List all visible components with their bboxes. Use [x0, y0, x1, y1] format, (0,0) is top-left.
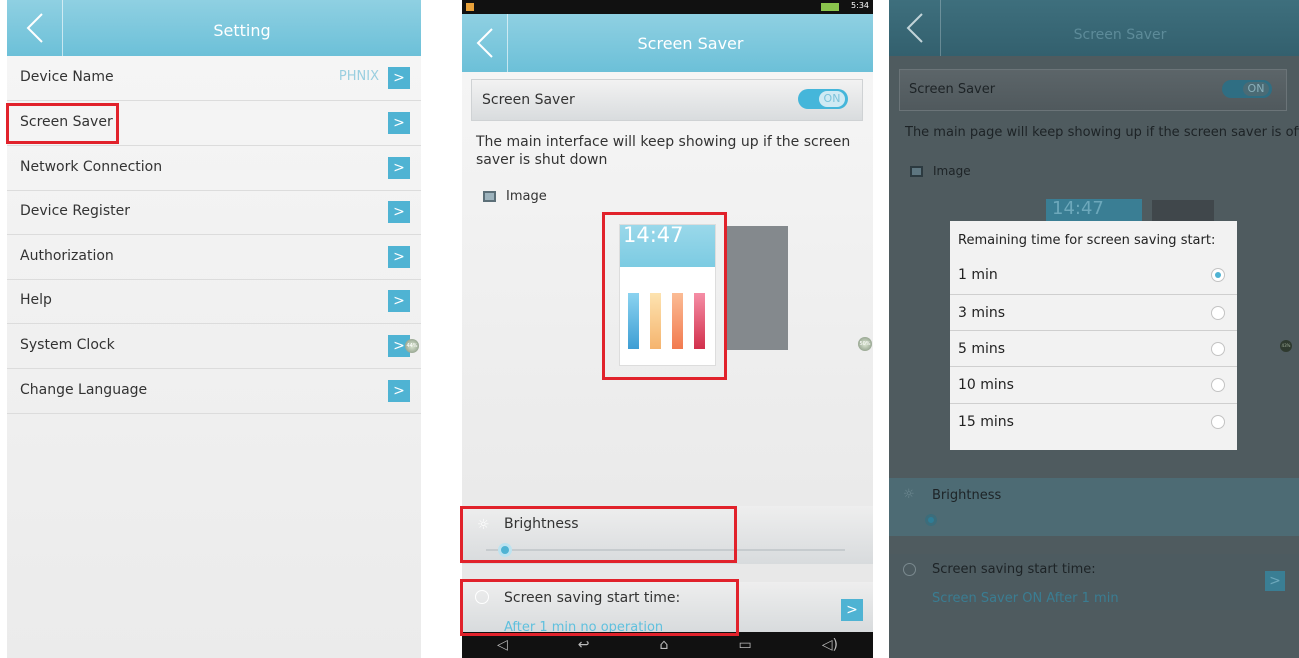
screen-saver-preview-alt[interactable] — [1152, 200, 1214, 222]
screen-saver-toggle-row[interactable]: Screen Saver ON — [899, 69, 1287, 111]
toggle-label: Screen Saver — [909, 82, 996, 97]
signal-battery-icon — [821, 3, 839, 11]
status-bar: 5:34 — [462, 0, 873, 14]
preview-clock: 14:47 — [1052, 198, 1104, 219]
settings-item-label: Change Language — [20, 382, 148, 398]
screen-saver-toggle[interactable]: ON — [1222, 80, 1272, 98]
highlight-box — [6, 103, 119, 144]
volume-down-icon[interactable]: ◁ — [497, 637, 508, 653]
start-time-value: Screen Saver ON After 1 min — [932, 591, 1119, 606]
option-3-mins[interactable]: 3 mins — [950, 294, 1237, 330]
settings-item-label: Network Connection — [20, 159, 163, 175]
header-bar: Screen Saver — [889, 0, 1299, 56]
chevron-left-icon — [476, 28, 493, 58]
screen-saver-toggle-row[interactable]: Screen Saver ON — [471, 79, 863, 121]
settings-item-device-register[interactable]: Device Register > — [7, 190, 421, 235]
clock-icon — [903, 563, 916, 576]
radio-button[interactable] — [1211, 378, 1225, 392]
option-label: 3 mins — [958, 305, 1006, 321]
start-time-row[interactable]: Screen saving start time: Screen Saver O… — [889, 554, 1299, 610]
description-text: The main page will keep showing up if th… — [905, 125, 1299, 140]
screen-saver-preview-alt[interactable] — [726, 226, 788, 350]
option-label: 10 mins — [958, 377, 1014, 393]
settings-item-label: Authorization — [20, 248, 114, 264]
option-5-mins[interactable]: 5 mins — [950, 330, 1237, 366]
brightness-label: Brightness — [932, 488, 1002, 503]
page-title: Screen Saver — [637, 34, 744, 53]
toggle-label: Screen Saver — [482, 92, 575, 108]
chevron-right-icon[interactable]: > — [388, 67, 410, 89]
status-time: 5:34 — [851, 1, 869, 10]
radio-button[interactable] — [1211, 268, 1225, 282]
image-label: Image — [933, 164, 971, 178]
settings-item-authorization[interactable]: Authorization > — [7, 235, 421, 280]
settings-item-device-name[interactable]: Device Name PHNIX > — [7, 56, 421, 101]
chevron-right-icon[interactable]: > — [388, 246, 410, 268]
brightness-row: ☼ Brightness — [889, 478, 1299, 536]
chevron-right-icon[interactable]: > — [388, 157, 410, 179]
back-icon[interactable]: ↩ — [578, 637, 590, 653]
settings-item-change-language[interactable]: Change Language > — [7, 369, 421, 414]
page-title: Screen Saver — [1073, 27, 1167, 43]
chevron-right-icon[interactable]: > — [1265, 571, 1285, 591]
chevron-right-icon[interactable]: > — [841, 599, 863, 621]
floating-badge[interactable]: 43% — [1280, 340, 1292, 352]
volume-up-icon[interactable]: ◁) — [822, 637, 838, 653]
option-label: 15 mins — [958, 414, 1014, 430]
home-icon[interactable]: ⌂ — [660, 637, 669, 653]
settings-item-label: Device Register — [20, 203, 130, 219]
chevron-right-icon[interactable]: > — [388, 112, 410, 134]
option-15-mins[interactable]: 15 mins — [950, 403, 1237, 439]
floating-badge[interactable]: 50% — [858, 337, 872, 351]
option-label: 1 min — [958, 267, 998, 283]
radio-button[interactable] — [1211, 415, 1225, 429]
chevron-right-icon[interactable]: > — [388, 290, 410, 312]
settings-item-label: System Clock — [20, 337, 115, 353]
settings-item-help[interactable]: Help > — [7, 279, 421, 324]
radio-button[interactable] — [1211, 306, 1225, 320]
settings-item-label: Help — [20, 292, 52, 308]
highlight-box — [460, 506, 737, 563]
radio-button[interactable] — [1211, 342, 1225, 356]
header-bar: Setting — [7, 0, 421, 56]
settings-item-system-clock[interactable]: System Clock > — [7, 324, 421, 369]
option-10-mins[interactable]: 10 mins — [950, 366, 1237, 402]
chevron-left-icon — [906, 13, 923, 43]
image-label: Image — [506, 189, 547, 204]
page-title: Setting — [213, 21, 271, 40]
image-icon — [910, 166, 923, 177]
option-1-min[interactable]: 1 min — [950, 257, 1237, 293]
screen-saver-toggle[interactable]: ON — [798, 89, 848, 109]
chevron-right-icon[interactable]: > — [388, 201, 410, 223]
brightness-icon: ☼ — [903, 487, 915, 502]
remaining-time-dialog: Remaining time for screen saving start: … — [950, 221, 1237, 450]
back-button[interactable] — [889, 0, 941, 56]
recent-apps-icon[interactable]: ▭ — [738, 637, 751, 653]
back-button[interactable] — [462, 14, 508, 72]
device-name-value: PHNIX — [338, 69, 379, 84]
chevron-right-icon[interactable]: > — [388, 380, 410, 402]
highlight-box — [602, 212, 727, 380]
screen-saver-preview[interactable]: 14:47 — [1046, 198, 1142, 223]
back-button[interactable] — [7, 0, 63, 56]
settings-item-label: Device Name — [20, 69, 114, 85]
notification-icon — [466, 3, 474, 11]
option-label: 5 mins — [958, 341, 1006, 357]
settings-item-network-connection[interactable]: Network Connection > — [7, 146, 421, 191]
description-text: The main interface will keep showing up … — [476, 134, 851, 168]
settings-panel: Setting Device Name PHNIX > Screen Saver… — [7, 0, 421, 658]
floating-badge[interactable]: 44% — [405, 339, 419, 353]
dialog-title: Remaining time for screen saving start: — [958, 233, 1216, 248]
chevron-left-icon — [26, 13, 43, 43]
image-icon — [483, 191, 496, 202]
brightness-slider-knob[interactable] — [925, 514, 937, 526]
start-time-label: Screen saving start time: — [932, 562, 1096, 577]
highlight-box — [460, 579, 739, 636]
header-bar: Screen Saver — [462, 14, 873, 72]
screen-saver-dialog-panel: Screen Saver Screen Saver ON The main pa… — [889, 0, 1299, 658]
